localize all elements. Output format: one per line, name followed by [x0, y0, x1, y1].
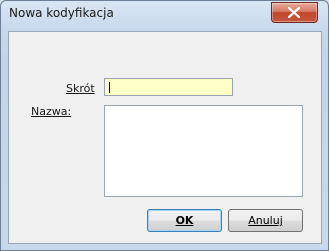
dialog-window: Nowa kodyfikacja Skrót Nazwa: OK Anuluj — [0, 0, 329, 251]
text-caret — [109, 82, 110, 93]
window-title: Nowa kodyfikacja — [9, 6, 114, 20]
ok-button-label: OK — [175, 214, 194, 227]
ok-button[interactable]: OK — [147, 209, 222, 232]
title-bar[interactable]: Nowa kodyfikacja — [1, 1, 328, 31]
nazwa-label: Nazwa: — [31, 105, 72, 118]
cancel-button-label: Anuluj — [248, 214, 283, 227]
dialog-content: Skrót Nazwa: OK Anuluj — [8, 31, 322, 244]
cancel-button[interactable]: Anuluj — [228, 209, 303, 232]
nazwa-input[interactable] — [104, 105, 303, 197]
skrot-label: Skrót — [66, 82, 95, 95]
close-button[interactable] — [271, 2, 318, 23]
skrot-input[interactable] — [104, 78, 233, 96]
close-icon — [288, 7, 300, 18]
